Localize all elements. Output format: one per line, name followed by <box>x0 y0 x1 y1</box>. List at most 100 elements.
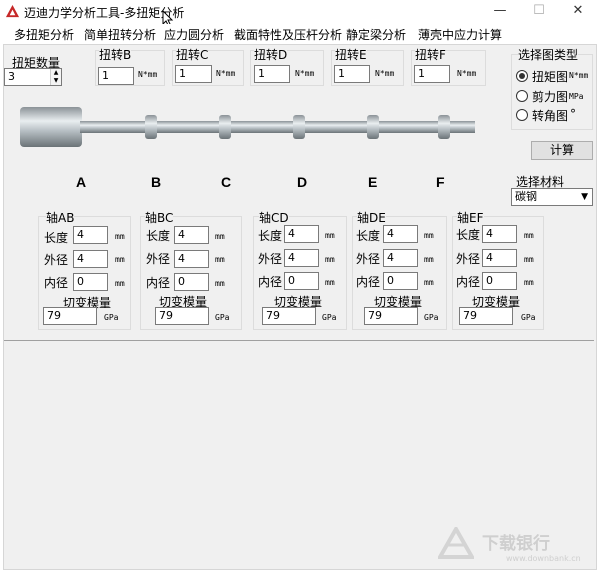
shaft-bc-title: 轴BC <box>145 209 174 226</box>
menu-simple-torsion[interactable]: 简单扭转分析 <box>84 26 156 43</box>
shaft-ef-outer-unit: mm <box>524 255 534 264</box>
shaft-cd-outer-unit: mm <box>325 255 335 264</box>
torque-b-input[interactable]: 1 <box>98 67 134 85</box>
torque-c-label: 扭转C <box>176 46 209 63</box>
shaft-de-outer-unit: mm <box>424 255 434 264</box>
shaft-bc-inner-label: 内径 <box>146 276 171 290</box>
shaft-ab-title: 轴AB <box>46 209 75 226</box>
title-bar: 迈迪力学分析工具-多扭矩分析 — ☐ ✕ <box>0 0 600 28</box>
torque-e-input[interactable]: 1 <box>334 65 370 83</box>
shaft-ab-length-input[interactable]: 4 <box>73 226 108 244</box>
shaft-bc-outer-unit: mm <box>215 255 225 264</box>
spinner-buttons[interactable]: ▲ ▼ <box>50 69 61 85</box>
menu-thin-shell[interactable]: 薄壳中应力计算 <box>418 26 502 43</box>
menu-multi-torque[interactable]: 多扭矩分析 <box>14 26 74 43</box>
torque-f-input[interactable]: 1 <box>414 65 450 83</box>
shaft-collar-f <box>438 115 450 139</box>
shaft-head-a <box>20 107 82 147</box>
material-select[interactable]: 碳钢 ▼ <box>511 188 593 206</box>
shaft-ef-title: 轴EF <box>457 209 484 226</box>
shaft-collar-b <box>145 115 157 139</box>
radio-angle-diagram[interactable] <box>516 109 528 121</box>
shaft-bc-outer-input[interactable]: 4 <box>174 250 209 268</box>
shaft-cd-modulus-unit: GPa <box>322 313 337 322</box>
shaft-ab-outer-label: 外径 <box>44 253 69 267</box>
shaft-ab-modulus-input[interactable]: 79 <box>43 307 97 325</box>
menu-section-properties[interactable]: 截面特性及压杆分析 <box>234 26 342 43</box>
radio-angle-label[interactable]: 转角图 <box>532 107 568 124</box>
shaft-cd-modulus-input[interactable]: 79 <box>262 307 316 325</box>
shaft-de-inner-unit: mm <box>424 278 434 287</box>
point-label-f: F <box>436 174 445 190</box>
shaft-bc-length-unit: mm <box>215 232 225 241</box>
shaft-cd-inner-input[interactable]: 0 <box>284 272 319 290</box>
shaft-de-outer-input[interactable]: 4 <box>383 249 418 267</box>
point-label-b: B <box>151 174 162 190</box>
shaft-bc-inner-input[interactable]: 0 <box>174 273 209 291</box>
shaft-cd-inner-label: 内径 <box>258 275 283 289</box>
radio-torque-unit: N*mm <box>569 71 589 80</box>
shaft-cd-length-input[interactable]: 4 <box>284 225 319 243</box>
menu-static-beam[interactable]: 静定梁分析 <box>346 26 406 43</box>
point-label-e: E <box>368 174 378 190</box>
shaft-cd-length-label: 长度 <box>258 229 283 243</box>
shaft-ab-inner-unit: mm <box>115 279 125 288</box>
chevron-down-icon[interactable]: ▼ <box>581 189 588 205</box>
shaft-bc-inner-unit: mm <box>215 279 225 288</box>
shaft-ab-inner-label: 内径 <box>44 276 69 290</box>
menu-bar: 多扭矩分析 简单扭转分析 应力圆分析 截面特性及压杆分析 静定梁分析 薄壳中应力… <box>0 24 600 44</box>
shaft-de-modulus-unit: GPa <box>424 313 439 322</box>
shaft-ab-outer-input[interactable]: 4 <box>73 250 108 268</box>
point-label-a: A <box>76 174 87 190</box>
shaft-ef-modulus-unit: GPa <box>521 313 536 322</box>
radio-shear-unit: MPa <box>569 92 584 101</box>
shaft-de-outer-label: 外径 <box>356 252 381 266</box>
shaft-bc-length-input[interactable]: 4 <box>174 226 209 244</box>
shaft-collar-e <box>367 115 379 139</box>
shaft-ef-length-input[interactable]: 4 <box>482 225 517 243</box>
window-title: 迈迪力学分析工具-多扭矩分析 <box>24 6 185 20</box>
chart-type-title: 选择图类型 <box>518 46 579 63</box>
shaft-de-length-input[interactable]: 4 <box>383 225 418 243</box>
menu-stress-circle[interactable]: 应力圆分析 <box>164 26 224 43</box>
radio-shear-label[interactable]: 剪力图 <box>532 88 568 105</box>
calculate-button[interactable]: 计算 <box>531 141 593 160</box>
shaft-ef-modulus-input[interactable]: 79 <box>459 307 513 325</box>
torque-c-unit: N*mm <box>216 69 236 78</box>
material-value: 碳钢 <box>515 190 537 203</box>
shaft-bc-modulus-unit: GPa <box>215 313 230 322</box>
radio-torque-label[interactable]: 扭矩图 <box>532 68 568 85</box>
radio-shear-diagram[interactable] <box>516 90 528 102</box>
torque-d-input[interactable]: 1 <box>254 65 290 83</box>
shaft-ef-outer-input[interactable]: 4 <box>482 249 517 267</box>
spinner-down-icon[interactable]: ▼ <box>51 77 61 85</box>
app-logo-icon <box>5 4 20 18</box>
torque-e-label: 扭转E <box>335 46 367 63</box>
shaft-ef-length-unit: mm <box>524 231 534 240</box>
shaft-ab-length-label: 长度 <box>44 231 69 245</box>
torque-e-unit: N*mm <box>375 69 395 78</box>
close-button[interactable]: ✕ <box>555 0 600 24</box>
radio-torque-diagram[interactable] <box>516 70 528 82</box>
shaft-de-inner-label: 内径 <box>356 275 381 289</box>
shaft-de-inner-input[interactable]: 0 <box>383 272 418 290</box>
shaft-cd-outer-input[interactable]: 4 <box>284 249 319 267</box>
shaft-bc-modulus-input[interactable]: 79 <box>155 307 209 325</box>
shaft-ef-inner-input[interactable]: 0 <box>482 272 517 290</box>
shaft-body <box>80 121 475 133</box>
shaft-de-modulus-input[interactable]: 79 <box>364 307 418 325</box>
torque-b-label: 扭转B <box>99 46 132 63</box>
shaft-ef-length-label: 长度 <box>456 228 481 242</box>
torque-c-input[interactable]: 1 <box>175 65 212 83</box>
shaft-ef-outer-label: 外径 <box>456 252 481 266</box>
shaft-cd-title: 轴CD <box>259 209 289 226</box>
watermark-url: www.downbank.cn <box>506 554 581 563</box>
shaft-collar-d <box>293 115 305 139</box>
point-label-c: C <box>221 174 232 190</box>
shaft-ab-inner-input[interactable]: 0 <box>73 273 108 291</box>
shaft-ab-length-unit: mm <box>115 232 125 241</box>
radio-angle-unit: ° <box>570 107 576 121</box>
shaft-ab-modulus-unit: GPa <box>104 313 119 322</box>
torque-f-unit: N*mm <box>457 69 477 78</box>
spinner-up-icon[interactable]: ▲ <box>51 69 61 77</box>
